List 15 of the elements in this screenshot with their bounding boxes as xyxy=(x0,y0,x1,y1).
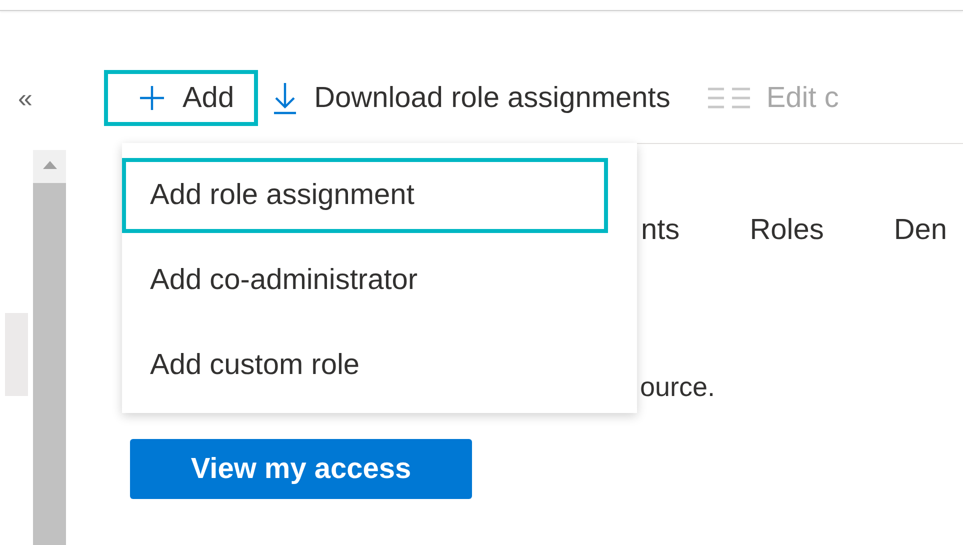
tab[interactable]: Den xyxy=(894,214,948,254)
download-icon xyxy=(272,81,298,115)
collapse-button[interactable]: « xyxy=(14,82,36,114)
view-access-button[interactable]: View my access xyxy=(130,439,472,499)
menu-item[interactable]: Add role assignment xyxy=(122,158,608,233)
tab[interactable]: Roles xyxy=(750,214,824,254)
toolbar-button[interactable]: Add xyxy=(104,70,258,126)
plus-icon xyxy=(138,84,166,112)
toolbar-button[interactable]: Download role assignments xyxy=(258,70,694,126)
scroll-up-icon[interactable] xyxy=(42,161,56,169)
menu-item[interactable]: Add custom role xyxy=(122,328,608,403)
menu-item[interactable]: Add co-administrator xyxy=(122,243,608,318)
description-text: ource. xyxy=(639,372,716,403)
columns-icon xyxy=(708,86,750,110)
tab[interactable]: nts xyxy=(641,214,680,254)
